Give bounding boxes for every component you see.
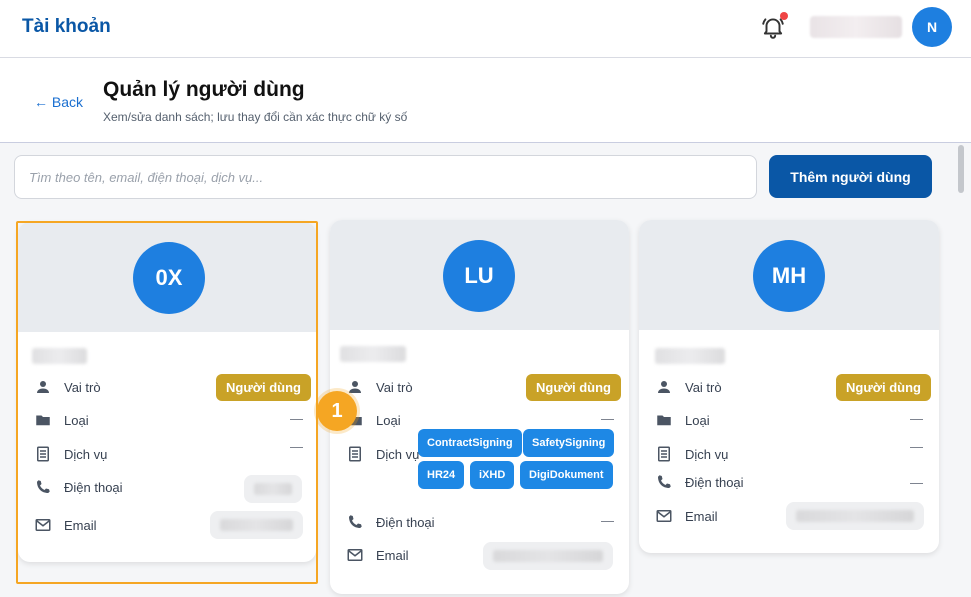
type-value: — xyxy=(910,411,923,426)
type-value: — xyxy=(601,411,614,426)
phone-value: — xyxy=(601,513,614,528)
person-icon xyxy=(346,378,364,396)
phone-icon xyxy=(655,473,673,491)
email-label: Email xyxy=(376,547,409,563)
page-title: Quản lý người dùng xyxy=(103,78,305,101)
service-row: Dịch vụ xyxy=(346,444,419,464)
notification-dot xyxy=(780,12,788,20)
type-row: Loại xyxy=(655,410,710,430)
role-label: Vai trò xyxy=(685,379,722,395)
mail-icon xyxy=(346,546,364,564)
service-chip: DigiDokument xyxy=(520,461,613,489)
role-row: Vai trò xyxy=(655,377,722,397)
service-label: Dịch vụ xyxy=(376,446,420,462)
role-row: Vai trò xyxy=(346,377,413,397)
mail-icon xyxy=(655,507,673,525)
user-card[interactable]: LU Vai trò Người dùng Loại — Dịch vụ Con… xyxy=(330,220,629,594)
document-icon xyxy=(346,445,364,463)
page-subtitle: Xem/sửa danh sách; lưu thay đổi cần xác … xyxy=(103,110,408,124)
type-label: Loại xyxy=(685,412,710,428)
email-row: Email xyxy=(655,506,718,526)
phone-label: Điện thoại xyxy=(376,514,435,530)
email-label: Email xyxy=(685,508,718,524)
service-chip: ContractSigning xyxy=(418,429,522,457)
email-value-redacted xyxy=(483,542,613,570)
phone-value: — xyxy=(910,475,923,490)
user-name-redacted xyxy=(340,346,406,362)
service-label: Dịch vụ xyxy=(685,446,729,462)
user-name-redacted xyxy=(655,348,725,364)
user-avatar-large: LU xyxy=(443,240,515,312)
phone-row: Điện thoại xyxy=(346,512,435,532)
back-link[interactable]: ← Back xyxy=(34,94,83,110)
selection-highlight xyxy=(16,221,318,584)
user-name-redacted xyxy=(810,16,902,38)
user-card[interactable]: MH Vai trò Người dùng Loại — Dịch vụ — Đ… xyxy=(639,220,939,553)
add-user-button[interactable]: Thêm người dùng xyxy=(769,155,932,198)
phone-icon xyxy=(346,513,364,531)
top-bar: Tài khoản N xyxy=(0,0,971,58)
user-avatar[interactable]: N xyxy=(912,7,952,47)
page-header: ← Back Quản lý người dùng Xem/sửa danh s… xyxy=(0,58,971,143)
step-marker: 1 xyxy=(317,391,357,431)
role-badge: Người dùng xyxy=(526,374,621,401)
email-value-redacted xyxy=(786,502,924,530)
service-chip: iXHD xyxy=(470,461,515,489)
document-icon xyxy=(655,445,673,463)
folder-icon xyxy=(655,411,673,429)
email-row: Email xyxy=(346,545,409,565)
phone-row: Điện thoại xyxy=(655,472,744,492)
app-title: Tài khoản xyxy=(22,16,111,37)
service-chip: HR24 xyxy=(418,461,465,489)
person-icon xyxy=(655,378,673,396)
search-input[interactable] xyxy=(14,155,757,199)
scrollbar-thumb[interactable] xyxy=(958,145,964,193)
service-row: Dịch vụ xyxy=(655,444,728,464)
type-label: Loại xyxy=(376,412,401,428)
service-chip: SafetySigning xyxy=(523,429,615,457)
service-value: — xyxy=(910,439,923,454)
role-label: Vai trò xyxy=(376,379,413,395)
phone-label: Điện thoại xyxy=(685,474,744,490)
role-badge: Người dùng xyxy=(836,374,931,401)
user-avatar-large: MH xyxy=(753,240,825,312)
